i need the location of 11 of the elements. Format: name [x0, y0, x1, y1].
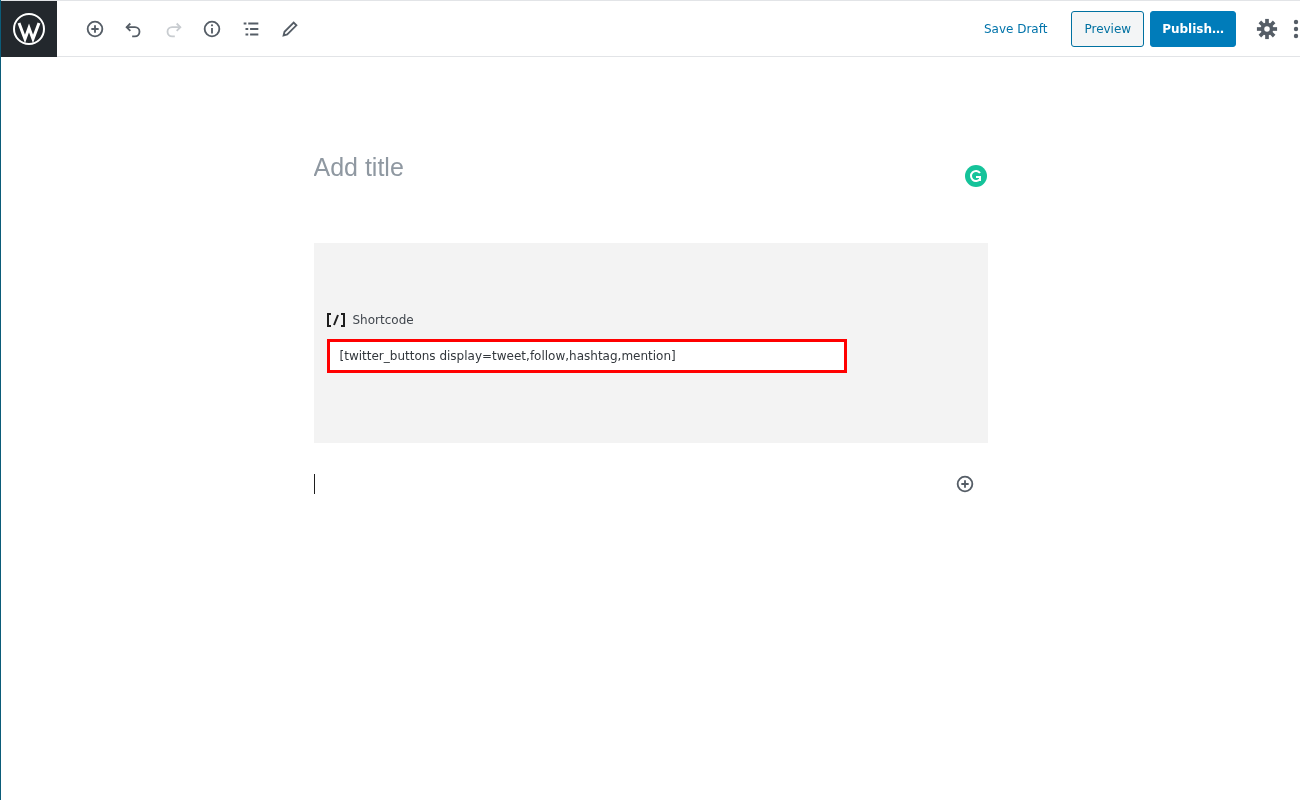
save-draft-button[interactable]: Save Draft — [975, 15, 1056, 42]
text-cursor — [313, 474, 315, 494]
shortcode-field[interactable]: [twitter_buttons display=tweet,follow,hashtag,mention] — [326, 339, 847, 373]
preview-button[interactable]: Preview — [1071, 10, 1145, 47]
settings-icon[interactable] — [1256, 17, 1278, 40]
grammar-checker-icon[interactable] — [964, 165, 987, 187]
wordpress-logo[interactable] — [1, 0, 57, 57]
shortcode-icon — [326, 313, 345, 327]
publish-button[interactable]: Publish… — [1150, 10, 1236, 47]
more-options-icon[interactable] — [1292, 17, 1300, 40]
block-label: Shortcode — [352, 313, 414, 327]
